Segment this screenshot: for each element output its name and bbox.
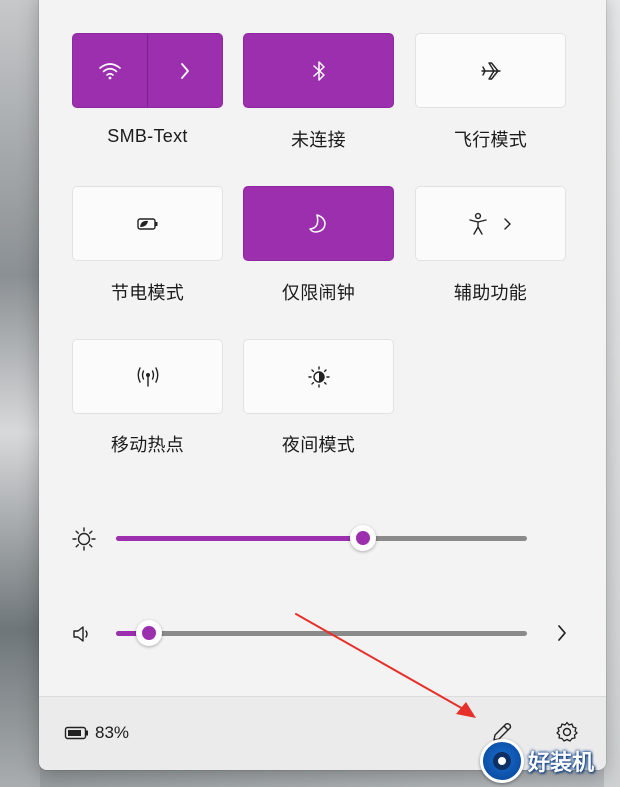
volume-slider-row	[39, 613, 606, 653]
battery-percentage: 83%	[95, 723, 130, 742]
watermark-logo	[480, 739, 524, 783]
desktop-background-right	[604, 0, 620, 787]
speaker-icon[interactable]	[67, 619, 97, 649]
volume-slider-thumb[interactable]	[135, 620, 162, 646]
tile-label-airplane: 飞行模式	[453, 130, 528, 150]
tile-bluetooth[interactable]	[243, 33, 394, 108]
moon-icon	[308, 213, 326, 233]
chevron-right-icon	[180, 62, 189, 79]
watermark-text: 好装机	[528, 751, 595, 776]
brightness-slider[interactable]	[116, 525, 527, 551]
wifi-expand-button[interactable]	[148, 34, 223, 107]
brightness-slider-fill	[116, 536, 363, 541]
chevron-right-icon	[558, 625, 566, 641]
tile-accessibility[interactable]	[415, 186, 566, 261]
brightness-slider-row	[39, 518, 606, 558]
brightness-slider-thumb[interactable]	[349, 525, 376, 551]
airplane-icon	[480, 61, 501, 80]
battery-saver-icon	[136, 217, 157, 230]
tile-airplane[interactable]	[415, 33, 566, 108]
tile-label-bluetooth: 未连接	[291, 130, 346, 150]
tile-wifi[interactable]	[72, 33, 223, 108]
brightness-icon	[69, 524, 99, 554]
hotspot-icon	[137, 366, 158, 387]
wifi-icon	[98, 62, 121, 79]
accessibility-icon	[468, 212, 511, 235]
bluetooth-icon	[312, 60, 325, 81]
volume-slider[interactable]	[116, 620, 527, 646]
tile-label-hotspot: 移动热点	[110, 435, 185, 455]
tile-label-focus: 仅限闹钟	[281, 283, 356, 303]
battery-icon[interactable]	[63, 723, 91, 743]
tile-label-wifi: SMB-Text	[107, 126, 188, 146]
tile-label-night-light: 夜间模式	[281, 435, 356, 455]
desktop-background	[0, 0, 40, 787]
audio-output-expand-button[interactable]	[547, 618, 577, 648]
tile-battery-saver[interactable]	[72, 186, 223, 261]
wifi-toggle[interactable]	[73, 34, 148, 107]
tile-hotspot[interactable]	[72, 339, 223, 414]
tile-focus[interactable]	[243, 186, 394, 261]
watermark: 好装机	[480, 735, 620, 787]
tile-label-battery-saver: 节电模式	[110, 283, 185, 303]
tile-label-accessibility: 辅助功能	[453, 283, 528, 303]
quick-settings-panel: SMB-Text 未连接 飞行模式 节电模式 仅限闹钟 辅助功能 移动热点 夜间…	[39, 0, 606, 770]
tile-night-light[interactable]	[243, 339, 394, 414]
night-light-icon	[307, 365, 330, 388]
